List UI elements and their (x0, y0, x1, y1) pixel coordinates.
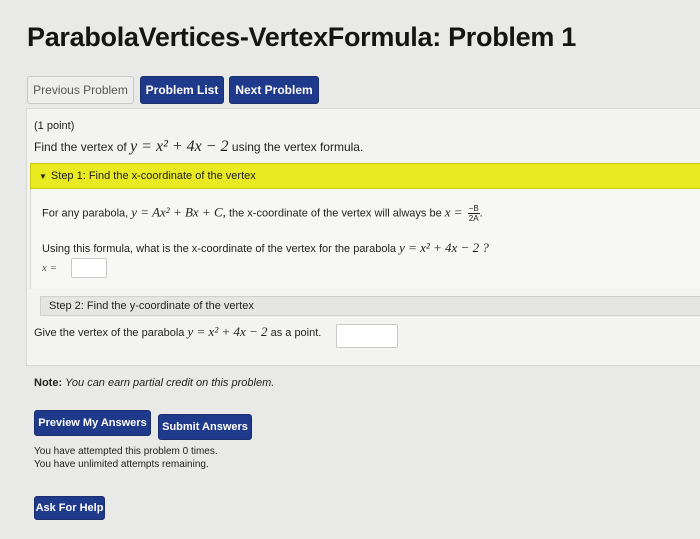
step1-line1: For any parabola, y = Ax² + Bx + C, the … (42, 204, 483, 223)
line1-middle: the x-coordinate of the vertex will alwa… (228, 207, 442, 220)
step1-title: Step 1: Find the x-coordinate of the ver… (50, 170, 256, 182)
page-title: ParabolaVertices-VertexFormula: Problem … (27, 22, 576, 52)
note-label: Note: (34, 377, 63, 389)
prompt-suffix: using the vertex formula. (231, 140, 364, 154)
step2-prompt: Give the vertex of the parabola y = x² +… (34, 324, 321, 340)
line1-prefix: For any parabola, (42, 207, 129, 220)
prompt-prefix: Find the vertex of (34, 140, 127, 154)
problem-list-button[interactable]: Problem List (140, 76, 224, 104)
general-form-equation: y = Ax² + Bx + C, (131, 204, 226, 220)
attempts-remaining-text: You have unlimited attempts remaining. (34, 459, 209, 470)
line1-x-label: x = (444, 204, 463, 220)
fraction-numerator: −B (467, 204, 480, 214)
caret-down-icon: ▼ (39, 171, 47, 181)
line2-equation: y = x² + 4x − 2 ? (399, 240, 489, 255)
fraction-denominator: 2A (468, 214, 479, 223)
next-problem-button[interactable]: Next Problem (229, 76, 319, 104)
vertex-formula-fraction: −B 2A (467, 204, 480, 223)
ask-for-help-button[interactable]: Ask For Help (34, 496, 105, 520)
step2-suffix: as a point. (270, 327, 322, 339)
attempts-status: You have attempted this problem 0 times.… (34, 445, 218, 471)
step1-header[interactable]: ▼ Step 1: Find the x-coordinate of the v… (30, 163, 700, 189)
x-coordinate-input[interactable] (71, 258, 107, 278)
problem-equation: y = x² + 4x − 2 (130, 138, 229, 155)
x-answer-label: x = (42, 262, 58, 274)
step2-equation: y = x² + 4x − 2 (187, 324, 268, 339)
preview-answers-button[interactable]: Preview My Answers (34, 410, 151, 436)
note-text: You can earn partial credit on this prob… (65, 377, 275, 389)
step1-line2: Using this formula, what is the x-coordi… (42, 240, 489, 256)
submit-answers-button[interactable]: Submit Answers (158, 414, 252, 440)
step2-header[interactable]: Step 2: Find the y-coordinate of the ver… (40, 296, 700, 316)
attempted-count-text: You have attempted this problem 0 times. (34, 446, 218, 457)
previous-problem-button[interactable]: Previous Problem (27, 76, 134, 104)
line2-prefix: Using this formula, what is the x-coordi… (42, 243, 397, 255)
problem-prompt: Find the vertex of y = x² + 4x − 2 using… (34, 138, 363, 156)
point-value: (1 point) (34, 120, 75, 132)
step2-prefix: Give the vertex of the parabola (34, 327, 185, 339)
vertex-point-input[interactable] (336, 324, 398, 348)
partial-credit-note: Note: You can earn partial credit on thi… (34, 377, 274, 389)
